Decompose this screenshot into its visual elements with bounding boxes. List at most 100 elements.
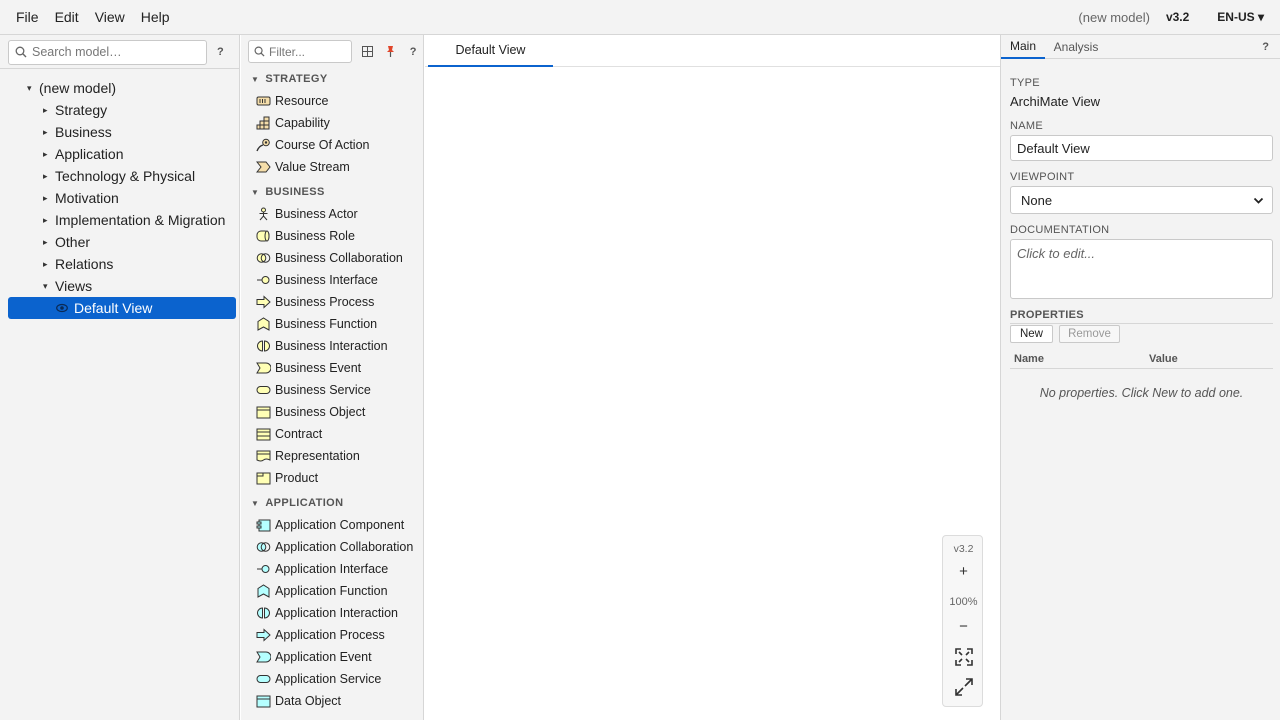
palette-item-business-function[interactable]: Business Function (241, 313, 423, 335)
palette-section-technology[interactable]: ▼TECHNOLOGY (241, 715, 423, 720)
palette-item-label: Course Of Action (275, 138, 370, 152)
zoom-level: 100% (949, 596, 978, 608)
menu-view[interactable]: View (87, 9, 133, 25)
expand-icon[interactable] (943, 678, 984, 700)
properties-help-button[interactable]: ? (1262, 41, 1269, 53)
name-field[interactable] (1010, 135, 1273, 161)
tree-folder-motivation[interactable]: ▸ Motivation (0, 187, 240, 209)
tree-folder-relations[interactable]: ▸ Relations (0, 253, 240, 275)
documentation-label: DOCUMENTATION (1010, 224, 1110, 236)
pin-icon[interactable] (383, 45, 397, 59)
caret-down-icon: ▼ (251, 74, 260, 84)
palette-item-application-function[interactable]: Application Function (241, 580, 423, 602)
tree-folder-application[interactable]: ▸ Application (0, 143, 240, 165)
tree-folder-label: Implementation & Migration (55, 212, 226, 228)
palette-filter-input[interactable] (269, 44, 347, 59)
palette-item-label: Value Stream (275, 160, 350, 174)
palette-item-business-event[interactable]: Business Event (241, 357, 423, 379)
viewpoint-select[interactable]: None (1010, 186, 1273, 214)
palette-item-label: Application Event (275, 650, 372, 664)
properties-table-header: Name Value (1010, 349, 1273, 369)
palette-item-business-role[interactable]: Business Role (241, 225, 423, 247)
palette-item-application-interaction[interactable]: Application Interaction (241, 602, 423, 624)
menu-file[interactable]: File (8, 9, 47, 25)
tree-folder-label: Technology & Physical (55, 168, 196, 184)
caret-right-icon: ▸ (43, 148, 48, 159)
palette-item-business-collaboration[interactable]: Business Collaboration (241, 247, 423, 269)
palette-item-resource[interactable]: Resource (241, 90, 423, 112)
palette-item-contract[interactable]: Contract (241, 423, 423, 445)
tree-help-button[interactable]: ? (217, 46, 224, 58)
palette-item-representation[interactable]: Representation (241, 445, 423, 467)
palette-section-application[interactable]: ▼ APPLICATION (241, 492, 423, 514)
palette-item-data-object[interactable]: Data Object (241, 690, 423, 712)
tree-root-label: (new model) (39, 80, 117, 96)
properties-panel: Main Analysis ? TYPE ArchiMate View NAME… (1000, 35, 1280, 720)
new-property-button[interactable]: New (1010, 325, 1053, 343)
fit-to-screen-icon[interactable] (943, 648, 984, 670)
palette-help-button[interactable]: ? (406, 45, 420, 59)
palette-section-title: APPLICATION (265, 497, 344, 509)
tree-root[interactable]: ▾ (new model) (0, 77, 240, 99)
tree-item-default-view[interactable]: Default View (8, 297, 236, 319)
zoom-version-label: v3.2 (953, 543, 974, 555)
tree-folder-views[interactable]: ▾ Views (0, 275, 240, 297)
menu-help[interactable]: Help (133, 9, 178, 25)
tree-folder-label: Application (55, 146, 124, 162)
menu-edit[interactable]: Edit (47, 9, 87, 25)
palette-item-business-process[interactable]: Business Process (241, 291, 423, 313)
tab-default-view[interactable]: Default View (428, 35, 553, 67)
palette-item-product[interactable]: Product (241, 467, 423, 489)
palette-item-business-interaction[interactable]: Business Interaction (241, 335, 423, 357)
palette-filter-box[interactable] (248, 40, 352, 63)
palette-section-strategy[interactable]: ▼ STRATEGY (241, 68, 423, 90)
palette-item-label: Application Interface (275, 562, 389, 576)
palette-item-label: Capability (275, 116, 330, 130)
view-tabstrip: Default View (425, 35, 1000, 67)
palette-item-application-interface[interactable]: Application Interface (241, 558, 423, 580)
tab-analysis[interactable]: Analysis (1051, 35, 1101, 59)
palette-item-application-component[interactable]: Application Component (241, 514, 423, 536)
tree-search-row: ? (8, 39, 236, 65)
tab-main[interactable]: Main (1001, 35, 1045, 59)
palette-item-application-event[interactable]: Application Event (241, 646, 423, 668)
viewpoint-label: VIEWPOINT (1010, 171, 1075, 183)
properties-tabs: Main Analysis ? (1001, 35, 1280, 59)
menu-bar: File Edit View Help (new model) v3.2 EN-… (0, 0, 1280, 35)
palette-item-business-object[interactable]: Business Object (241, 401, 423, 423)
tree-folder-strategy[interactable]: ▸ Strategy (0, 99, 240, 121)
tree-folder-other[interactable]: ▸ Other (0, 231, 240, 253)
business-event-icon (256, 361, 271, 375)
tree-search-box[interactable] (8, 39, 207, 65)
business-collaboration-icon (256, 251, 271, 265)
palette-item-value-stream[interactable]: Value Stream (241, 156, 423, 178)
remove-property-button[interactable]: Remove (1059, 325, 1120, 343)
palette-item-capability[interactable]: Capability (241, 112, 423, 134)
grid-icon[interactable] (361, 45, 375, 59)
zoom-in-button[interactable]: + (943, 563, 984, 580)
palette-section-business[interactable]: ▼ BUSINESS (241, 181, 423, 203)
language-selector[interactable]: EN-US ▾ (1217, 10, 1264, 24)
documentation-field[interactable]: Click to edit... (1010, 239, 1273, 299)
tree-folder-business[interactable]: ▸ Business (0, 121, 240, 143)
palette-item-business-actor[interactable]: Business Actor (241, 203, 423, 225)
application-collaboration-icon (256, 540, 271, 554)
zoom-out-button[interactable]: − (943, 618, 984, 635)
tree-search-input[interactable] (32, 45, 192, 59)
palette-item-business-service[interactable]: Business Service (241, 379, 423, 401)
properties-divider (1010, 323, 1273, 324)
diagram-canvas[interactable]: Default View v3.2 + 100% − (425, 35, 1000, 720)
palette-item-application-process[interactable]: Application Process (241, 624, 423, 646)
tree-folder-label: Business (55, 124, 112, 140)
tree-folder-technology-physical[interactable]: ▸ Technology & Physical (0, 165, 240, 187)
type-label: TYPE (1010, 77, 1040, 89)
palette-item-application-collaboration[interactable]: Application Collaboration (241, 536, 423, 558)
caret-down-icon: ▼ (251, 498, 260, 508)
palette-item-course-of-action[interactable]: Course Of Action (241, 134, 423, 156)
caret-right-icon: ▸ (43, 258, 48, 269)
palette-item-business-interface[interactable]: Business Interface (241, 269, 423, 291)
palette-item-label: Business Object (275, 405, 366, 419)
tree-folder-implementation-migration[interactable]: ▸ Implementation & Migration (0, 209, 240, 231)
palette-item-application-service[interactable]: Application Service (241, 668, 423, 690)
tree-folder-label: Relations (55, 256, 114, 272)
